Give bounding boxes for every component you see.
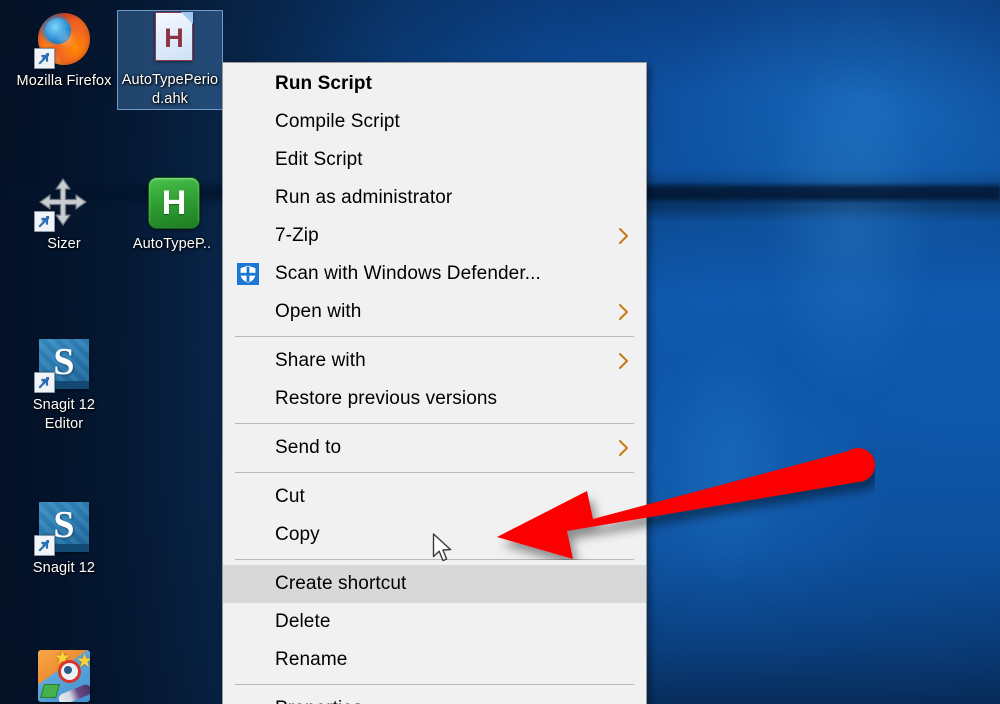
desktop-icon-autotypep[interactable]: H AutoTypeP.. — [120, 175, 224, 254]
menu-item-label: Create shortcut — [275, 573, 407, 594]
menu-item-label: Properties — [275, 698, 632, 704]
menu-item-icon-placeholder — [235, 348, 261, 374]
menu-item-label: Send to — [275, 437, 342, 458]
desktop-icon-snagit-12[interactable]: S Snagit 12 — [12, 499, 116, 578]
desktop-icon-label: Sizer — [47, 236, 81, 252]
context-menu[interactable]: Run Script Compile Script Edit Script Run a… — [222, 62, 647, 704]
sizer-move-icon — [34, 175, 92, 232]
chevron-right-icon — [616, 303, 632, 321]
menu-item-label: Scan with Windows Defender... — [275, 263, 541, 284]
shortcut-overlay-icon — [34, 211, 55, 232]
menu-item-label: Open with — [275, 301, 362, 322]
desktop-icon-label: Mozilla Firefox — [16, 73, 112, 89]
menu-item-icon-placeholder — [235, 71, 261, 97]
shortcut-overlay-icon — [34, 372, 55, 393]
brush-icon — [57, 683, 90, 702]
menu-item-scan-with-windows-defender[interactable]: Scan with Windows Defender... — [223, 255, 646, 293]
menu-item-label: 7-Zip — [275, 225, 319, 246]
menu-item-properties[interactable]: Properties — [223, 690, 646, 704]
menu-item-open-with[interactable]: Open with — [223, 293, 646, 331]
menu-separator — [235, 423, 634, 424]
chevron-right-icon — [616, 227, 632, 245]
menu-item-run-as-administrator[interactable]: Run as administrator — [223, 179, 646, 217]
autohotkey-logo: H — [148, 177, 200, 229]
firefox-icon — [34, 12, 92, 69]
menu-item-icon-placeholder — [235, 223, 261, 249]
autohotkey-icon: H — [144, 175, 200, 231]
menu-item-label: Compile Script — [275, 111, 400, 132]
menu-item-icon-placeholder — [235, 386, 261, 412]
desktop-icon-label: Snagit 12 — [32, 560, 96, 576]
ahk-script-file-icon: H — [142, 11, 198, 67]
menu-item-label: Run Script — [275, 73, 373, 94]
menu-item-share-with[interactable]: Share with — [223, 342, 646, 380]
menu-item-edit-script[interactable]: Edit Script — [223, 141, 646, 179]
desktop-icon-misc-tool[interactable]: ★ ★ — [12, 648, 116, 704]
menu-item-compile-script[interactable]: Compile Script — [223, 103, 646, 141]
menu-item-cut[interactable]: Cut — [223, 478, 646, 516]
menu-item-label: Run as administrator — [275, 187, 453, 208]
menu-item-icon-placeholder — [235, 185, 261, 211]
green-block-icon — [39, 684, 61, 698]
menu-item-icon-placeholder — [235, 609, 261, 635]
snagit-icon: S — [34, 336, 92, 393]
menu-separator — [235, 684, 634, 685]
desktop-icon-mozilla-firefox[interactable]: Mozilla Firefox — [12, 12, 116, 91]
misc-tool-icon: ★ ★ — [36, 648, 92, 704]
menu-item-copy[interactable]: Copy — [223, 516, 646, 554]
menu-item-label: Edit Script — [275, 149, 363, 170]
desktop-icon-label: AutoTypeP.. — [132, 236, 212, 252]
menu-item-create-shortcut[interactable]: Create shortcut — [223, 565, 646, 603]
menu-item-label: Rename — [275, 649, 348, 670]
menu-item-label: Cut — [275, 486, 305, 507]
desktop-icon-label: Snagit 12 Editor — [32, 397, 96, 432]
shortcut-overlay-icon — [34, 48, 55, 69]
menu-item-icon-placeholder — [235, 571, 261, 597]
menu-item-label: Copy — [275, 524, 320, 545]
menu-item-icon-placeholder — [235, 147, 261, 173]
menu-item-label: Delete — [275, 611, 331, 632]
desktop-icon-snagit-12-editor[interactable]: S Snagit 12 Editor — [12, 336, 116, 434]
menu-separator — [235, 336, 634, 337]
menu-item-run-script[interactable]: Run Script — [223, 65, 646, 103]
menu-separator — [235, 472, 634, 473]
menu-item-icon-placeholder — [235, 522, 261, 548]
chevron-right-icon — [616, 352, 632, 370]
shortcut-overlay-icon — [34, 535, 55, 556]
misc-tool-logo: ★ ★ — [38, 650, 90, 702]
desktop-screen: Mozilla Firefox H AutoTypePeriod.ahk Sizer H… — [0, 0, 1000, 704]
snagit-icon: S — [34, 499, 92, 556]
chevron-right-icon — [616, 439, 632, 457]
menu-item-icon-placeholder — [235, 109, 261, 135]
circle-icon — [58, 660, 81, 683]
menu-item-label: Share with — [275, 350, 366, 371]
menu-item-send-to[interactable]: Send to — [223, 429, 646, 467]
menu-item-icon-placeholder — [235, 696, 261, 704]
menu-separator — [235, 559, 634, 560]
menu-item-delete[interactable]: Delete — [223, 603, 646, 641]
windows-defender-shield-icon — [235, 261, 261, 287]
menu-item-icon-placeholder — [235, 299, 261, 325]
menu-item-icon-placeholder — [235, 647, 261, 673]
menu-item-icon-placeholder — [235, 484, 261, 510]
desktop-icon-label: AutoTypePeriod.ahk — [121, 72, 219, 107]
menu-item-icon-placeholder — [235, 435, 261, 461]
menu-item-7-zip[interactable]: 7-Zip — [223, 217, 646, 255]
menu-item-rename[interactable]: Rename — [223, 641, 646, 679]
ahk-h-glyph: H — [164, 23, 184, 53]
document-icon: H — [155, 11, 194, 61]
menu-item-restore-previous-versions[interactable]: Restore previous versions — [223, 380, 646, 418]
menu-item-label: Restore previous versions — [275, 388, 498, 409]
desktop-icon-autotypeperiod-ahk[interactable]: H AutoTypePeriod.ahk — [117, 10, 223, 110]
desktop-icon-sizer[interactable]: Sizer — [12, 175, 116, 254]
